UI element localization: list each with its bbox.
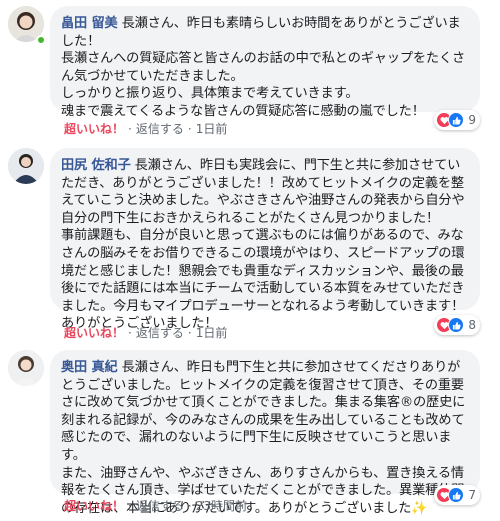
reply-button[interactable]: 返信する [136,324,184,341]
comment-author[interactable]: 奥田 真紀 [61,360,118,375]
thumbs-up-icon [448,317,465,333]
separator: · [187,498,192,513]
separator: · [128,325,132,340]
react-button[interactable]: 超いいね！ [64,497,124,514]
separator: · [187,121,192,136]
comment-bubble: 畠田 留美 長瀬さん、昨日も素晴らしいお時間をありがとうございました！ 長瀬さんへ… [50,6,480,119]
separator: · [128,121,132,136]
comment-text: 長瀬さん、昨日も実践会に、門下生と共に参加させていただき、ありがとうございました… [61,158,465,332]
thumbs-up-icon [448,487,465,503]
online-status-indicator [36,35,46,45]
separator: · [187,325,192,340]
reaction-count: 7 [468,488,476,502]
reaction-count: 9 [468,113,476,127]
comment-actions: 超いいね！ · 返信する · 23時間前 [64,497,247,514]
comment-text: 長瀬さん、昨日も門下生と共に参加させてくださりありがとうございました。ヒットメイ… [61,360,466,516]
reply-button[interactable]: 返信する [136,120,184,137]
comment-timestamp[interactable]: 23時間前 [196,497,247,514]
comment-author[interactable]: 田尻 佐和子 [61,158,131,173]
react-button[interactable]: 超いいね！ [64,324,124,341]
comment-bubble: 奥田 真紀 長瀬さん、昨日も門下生と共に参加させてくださりありがとうございました。… [50,350,480,516]
reply-button[interactable]: 返信する [136,497,184,514]
avatar[interactable] [8,350,44,386]
reaction-summary[interactable]: 9 [434,110,480,130]
comment-text: 長瀬さん、昨日も素晴らしいお時間をありがとうございました！ 長瀬さんへの質疑応答… [61,16,466,119]
comment-actions: 超いいね！ · 返信する · 1日前 [64,324,227,341]
thumbs-up-icon [448,112,465,128]
comment-bubble: 田尻 佐和子 長瀬さん、昨日も実践会に、門下生と共に参加させていただき、ありがとう… [50,148,480,331]
reaction-summary[interactable]: 7 [434,485,480,505]
reaction-count: 8 [468,318,476,332]
reaction-summary[interactable]: 8 [434,315,480,335]
comment-actions: 超いいね！ · 返信する · 1日前 [64,120,227,137]
comment-timestamp[interactable]: 1日前 [196,324,228,341]
comment-timestamp[interactable]: 1日前 [196,120,228,137]
avatar[interactable] [8,148,44,184]
separator: · [128,498,132,513]
comment-author[interactable]: 畠田 留美 [61,16,118,31]
react-button[interactable]: 超いいね！ [64,120,124,137]
